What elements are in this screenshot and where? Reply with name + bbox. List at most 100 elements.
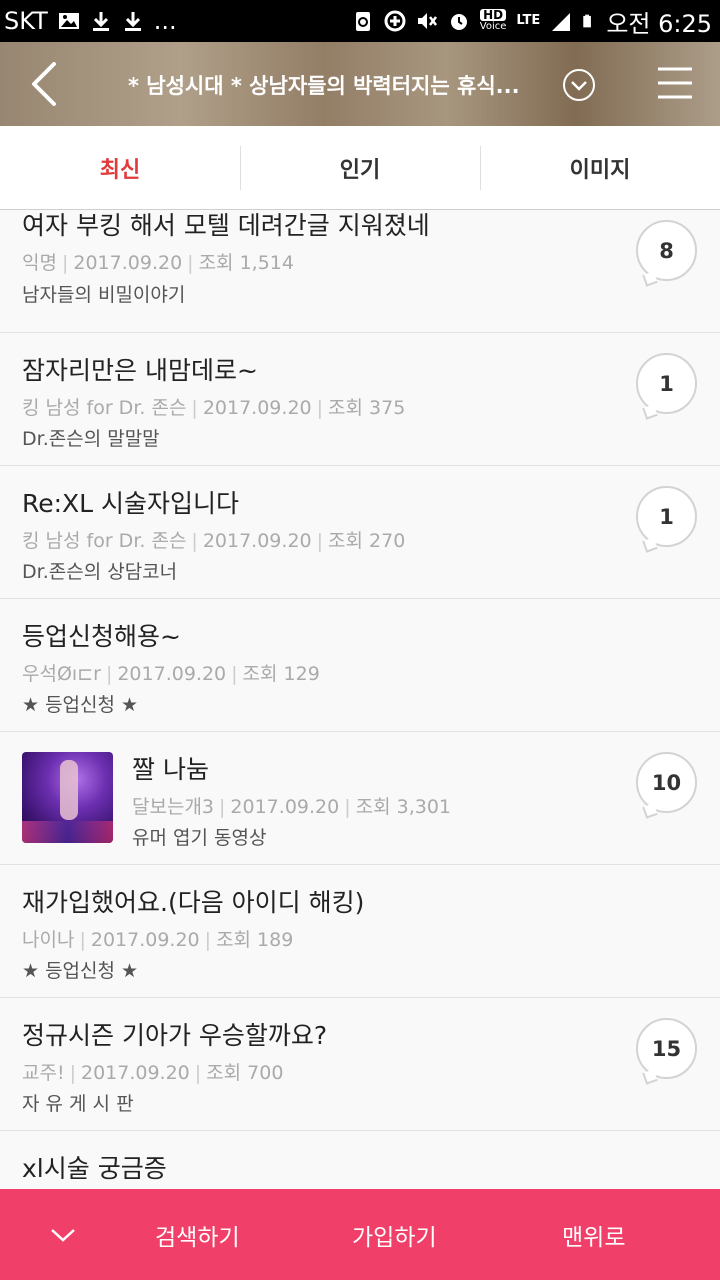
post-board: 자 유 게 시 판	[22, 1093, 134, 1115]
post-list: 여자 부킹 해서 모텔 데려간글 지워졌네 익명 | 2017.09.20 | 조회 1…	[0, 210, 720, 1190]
post-meta: 익명 | 2017.09.20 | 조회 1,514	[22, 248, 294, 275]
post-author: 익명	[22, 252, 57, 274]
post-date: 2017.09.20	[202, 530, 312, 552]
post-meta: 나이나 | 2017.09.20 | 조회 189	[22, 925, 293, 952]
post-board: ★ 등업신청 ★	[22, 960, 139, 982]
data-saver-icon	[384, 10, 406, 32]
post-meta: 교주! | 2017.09.20 | 조회 700	[22, 1058, 283, 1085]
meta-divider: |	[79, 929, 86, 951]
comment-count-badge: 1	[636, 353, 697, 414]
post-views: 조회 189	[216, 929, 294, 951]
signal-icon	[552, 13, 571, 31]
page-title: * 남성시대 * 상남자들의 박력터지는 휴식...	[128, 74, 520, 98]
post-date: 2017.09.20	[230, 796, 340, 818]
search-button[interactable]: 검색하기	[155, 1189, 240, 1280]
meta-divider: |	[191, 397, 198, 419]
post-views: 조회 3,301	[355, 796, 452, 818]
lte-label: LTE	[516, 13, 541, 28]
post-author: 킹 남성 for Dr. 존슨	[22, 397, 187, 419]
post-title: Re:XL 시술자입니다	[22, 489, 240, 518]
comment-count-badge: 1	[636, 486, 697, 547]
post-date: 2017.09.20	[80, 1062, 190, 1084]
meta-divider: |	[316, 397, 324, 419]
join-button[interactable]: 가입하기	[352, 1189, 437, 1280]
post-views: 조회 129	[242, 663, 320, 685]
meta-divider: |	[194, 1062, 202, 1084]
bottom-action-bar: 검색하기 가입하기 맨위로	[0, 1189, 720, 1280]
list-item[interactable]: 잠자리만은 내맘데로~ 킹 남성 for Dr. 존슨 | 2017.09.20 | 조…	[0, 333, 720, 466]
download-icon	[124, 12, 141, 31]
post-author: 달보는개3	[132, 796, 215, 818]
alarm-icon	[450, 14, 467, 30]
list-item[interactable]: 등업신청해용~ 우석Øı⊏r | 2017.09.20 | 조회 129 ★ 등업신청 …	[0, 599, 720, 732]
comment-count-badge: 8	[636, 220, 697, 281]
list-item[interactable]: 짤 나눔 달보는개3 | 2017.09.20 | 조회 3,301 유머 엽기 동영상…	[0, 732, 720, 865]
post-date: 2017.09.20	[117, 663, 227, 685]
carrier-label: SKT	[4, 7, 48, 35]
hamburger-menu-icon[interactable]	[658, 66, 692, 100]
meta-divider: |	[187, 252, 194, 274]
scroll-to-top-button[interactable]: 맨위로	[562, 1189, 625, 1280]
list-item[interactable]: 여자 부킹 해서 모텔 데려간글 지워졌네 익명 | 2017.09.20 | 조회 1…	[0, 210, 720, 333]
post-title: 여자 부킹 해서 모텔 데려간글 지워졌네	[22, 211, 430, 240]
post-meta: 킹 남성 for Dr. 존슨 | 2017.09.20 | 조회 375	[22, 393, 405, 420]
meta-divider: |	[69, 1062, 76, 1084]
meta-divider: |	[231, 663, 238, 685]
post-views: 조회 375	[328, 397, 406, 419]
meta-divider: |	[344, 796, 351, 818]
post-board: Dr.존슨의 말말말	[22, 428, 160, 450]
more-notifications-label: ...	[153, 7, 177, 35]
meta-divider: |	[191, 530, 198, 552]
download-icon	[92, 12, 109, 31]
post-title: 정규시즌 기아가 우승할까요?	[22, 1021, 328, 1050]
post-board: Dr.존슨의 상담코너	[22, 561, 178, 583]
list-item[interactable]: 정규시즌 기아가 우승할까요? 교주! | 2017.09.20 | 조회 700 자 …	[0, 998, 720, 1131]
recycle-icon	[355, 12, 370, 31]
clock-time: 오전 6:25	[606, 9, 712, 38]
post-title: 짤 나눔	[132, 755, 209, 784]
post-author: 우석Øı⊏r	[22, 663, 101, 685]
mute-icon	[417, 13, 437, 29]
post-board: ★ 등업신청 ★	[22, 694, 139, 716]
hd-voice-icon: HD Voice	[479, 8, 507, 32]
status-bar-left: SKT ...	[4, 7, 177, 35]
status-bar: SKT ... HD Voice LTE 오전 6:25	[0, 0, 720, 42]
tab-images[interactable]: 이미지	[480, 126, 720, 209]
list-item[interactable]: 재가입했어요.(다음 아이디 해킹) 나이나 | 2017.09.20 | 조회 189…	[0, 865, 720, 998]
meta-divider: |	[219, 796, 226, 818]
list-item[interactable]: Re:XL 시술자입니다 킹 남성 for Dr. 존슨 | 2017.09.20 |…	[0, 466, 720, 599]
post-board: 유머 엽기 동영상	[132, 827, 267, 849]
post-meta: 킹 남성 for Dr. 존슨 | 2017.09.20 | 조회 270	[22, 526, 405, 553]
tab-bar: 최신 인기 이미지	[0, 126, 720, 210]
post-author: 킹 남성 for Dr. 존슨	[22, 530, 187, 552]
meta-divider: |	[61, 252, 69, 274]
status-bar-right: HD Voice LTE 오전 6:25	[352, 4, 712, 39]
post-views: 조회 1,514	[198, 252, 294, 274]
comment-count-badge: 10	[636, 752, 697, 813]
post-meta: 달보는개3 | 2017.09.20 | 조회 3,301	[132, 792, 451, 819]
post-board: 남자들의 비밀이야기	[22, 284, 186, 306]
meta-divider: |	[316, 530, 324, 552]
chevron-down-icon	[51, 1228, 75, 1242]
chevron-down-circle-icon[interactable]	[562, 68, 596, 102]
tab-latest[interactable]: 최신	[0, 126, 240, 209]
post-date: 2017.09.20	[73, 252, 183, 274]
post-title: 잠자리만은 내맘데로~	[22, 356, 258, 385]
back-arrow-icon[interactable]	[24, 60, 64, 108]
tab-popular[interactable]: 인기	[240, 126, 480, 209]
comment-count-badge: 15	[636, 1018, 697, 1079]
post-title: xl시술 궁금증	[22, 1154, 167, 1183]
post-thumbnail	[22, 752, 113, 843]
post-title: 재가입했어요.(다음 아이디 해킹)	[22, 888, 365, 917]
gallery-notification-icon	[58, 13, 79, 29]
collapse-bar-button[interactable]	[0, 1189, 126, 1280]
post-date: 2017.09.20	[202, 397, 312, 419]
post-author: 교주!	[22, 1062, 65, 1084]
battery-icon	[583, 14, 592, 28]
post-title: 등업신청해용~	[22, 622, 181, 651]
post-views: 조회 700	[206, 1062, 284, 1084]
list-item[interactable]: xl시술 궁금증	[0, 1131, 720, 1190]
cafe-header: * 남성시대 * 상남자들의 박력터지는 휴식...	[0, 42, 720, 126]
post-views: 조회 270	[328, 530, 406, 552]
meta-divider: |	[204, 929, 212, 951]
